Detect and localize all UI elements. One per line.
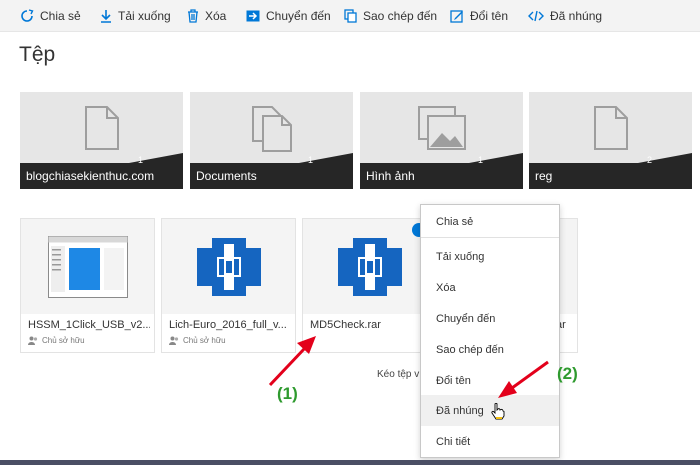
file-tile[interactable]: Lich-Euro_2016_full_v... Chủ sở hữu xyxy=(161,218,296,353)
image-icon xyxy=(417,106,466,150)
file-name: ar xyxy=(556,319,566,331)
copy-label: Sao chép đến xyxy=(363,9,438,23)
hand-cursor-icon xyxy=(491,403,505,420)
move-label: Chuyển đến xyxy=(266,9,331,23)
folder-name: blogchiasekienthuc.com xyxy=(26,169,155,183)
copy-button[interactable]: Sao chép đến xyxy=(344,0,437,32)
annotation-label-2: (2) xyxy=(557,364,578,383)
file-name: HSSM_1Click_USB_v2... xyxy=(28,319,150,331)
menu-item-copy[interactable]: Sao chép đến xyxy=(421,334,559,365)
embed-label: Đã nhúng xyxy=(550,9,603,23)
folder-tile[interactable]: 1 blogchiasekienthuc.com xyxy=(20,92,183,189)
rename-button[interactable]: Đổi tên xyxy=(450,0,508,32)
menu-divider xyxy=(421,237,559,238)
embed-code-icon xyxy=(528,10,544,22)
share-button[interactable]: Chia sẻ xyxy=(20,0,81,32)
documents-icon xyxy=(251,106,292,152)
folder-item-count: 2 xyxy=(646,155,652,165)
archive-icon xyxy=(196,237,261,296)
folder-item-count: 1 xyxy=(137,155,143,165)
file-name: MD5Check.rar xyxy=(310,319,381,331)
annotation-label-1: (1) xyxy=(277,384,298,403)
menu-item-details[interactable]: Chi tiết xyxy=(421,426,559,457)
folder-tile[interactable]: 1 Hình ảnh xyxy=(360,92,523,189)
people-icon xyxy=(28,336,38,345)
move-button[interactable]: Chuyển đến xyxy=(246,0,331,32)
owner-label: Chủ sở hữu xyxy=(42,336,85,345)
delete-label: Xóa xyxy=(205,9,227,23)
move-icon xyxy=(246,10,260,22)
file-thumbnail xyxy=(162,219,295,314)
menu-item-delete[interactable]: Xóa xyxy=(421,272,559,303)
document-icon xyxy=(593,106,628,150)
folder-tile[interactable]: 2 reg xyxy=(529,92,692,189)
file-tile[interactable]: HSSM_1Click_USB_v2... Chủ sở hữu xyxy=(20,218,155,353)
folder-name: reg xyxy=(535,169,553,183)
folder-tile[interactable]: 1 Documents xyxy=(190,92,353,189)
context-menu: Chia sẻ Tải xuống Xóa Chuyển đến Sao ché… xyxy=(420,204,560,458)
file-owner: Chủ sở hữu xyxy=(28,336,85,345)
copy-icon xyxy=(344,9,357,23)
download-label: Tải xuống xyxy=(118,9,171,23)
document-icon xyxy=(84,106,119,150)
menu-item-share[interactable]: Chia sẻ xyxy=(421,206,559,237)
screenshot-thumbnail xyxy=(47,235,128,298)
download-icon xyxy=(101,10,111,23)
trash-icon xyxy=(188,9,198,23)
owner-label: Chủ sở hữu xyxy=(183,336,226,345)
people-icon xyxy=(169,336,179,345)
menu-item-move[interactable]: Chuyển đến xyxy=(421,303,559,334)
folder-name-bar xyxy=(529,163,692,189)
menu-item-rename[interactable]: Đổi tên xyxy=(421,365,559,396)
folder-item-count: 1 xyxy=(307,155,313,165)
rename-label: Đổi tên xyxy=(470,9,509,23)
page-title: Tệp xyxy=(19,43,56,66)
download-button[interactable]: Tải xuống xyxy=(100,0,171,32)
delete-button[interactable]: Xóa xyxy=(187,0,226,32)
embed-button[interactable]: Đã nhúng xyxy=(528,0,602,32)
folder-name: Hình ảnh xyxy=(366,169,415,183)
share-label: Chia sẻ xyxy=(40,9,81,23)
menu-item-download[interactable]: Tải xuống xyxy=(421,241,559,272)
command-bar: Chia sẻ Tải xuống Xóa Chuyển đến Sao ché… xyxy=(0,0,700,32)
file-thumbnail xyxy=(21,219,154,314)
taskbar-edge xyxy=(0,460,700,465)
share-icon xyxy=(21,9,34,22)
menu-item-embed[interactable]: Đã nhúng xyxy=(421,395,559,426)
archive-icon xyxy=(337,237,402,296)
rename-icon xyxy=(450,10,463,23)
folder-name: Documents xyxy=(196,169,257,183)
file-name: Lich-Euro_2016_full_v... xyxy=(169,319,287,331)
file-tile[interactable]: MD5Check.rar xyxy=(302,218,437,353)
upload-drag-hint: Kéo tệp v xyxy=(377,369,420,380)
file-owner: Chủ sở hữu xyxy=(169,336,226,345)
folder-item-count: 1 xyxy=(477,155,483,165)
